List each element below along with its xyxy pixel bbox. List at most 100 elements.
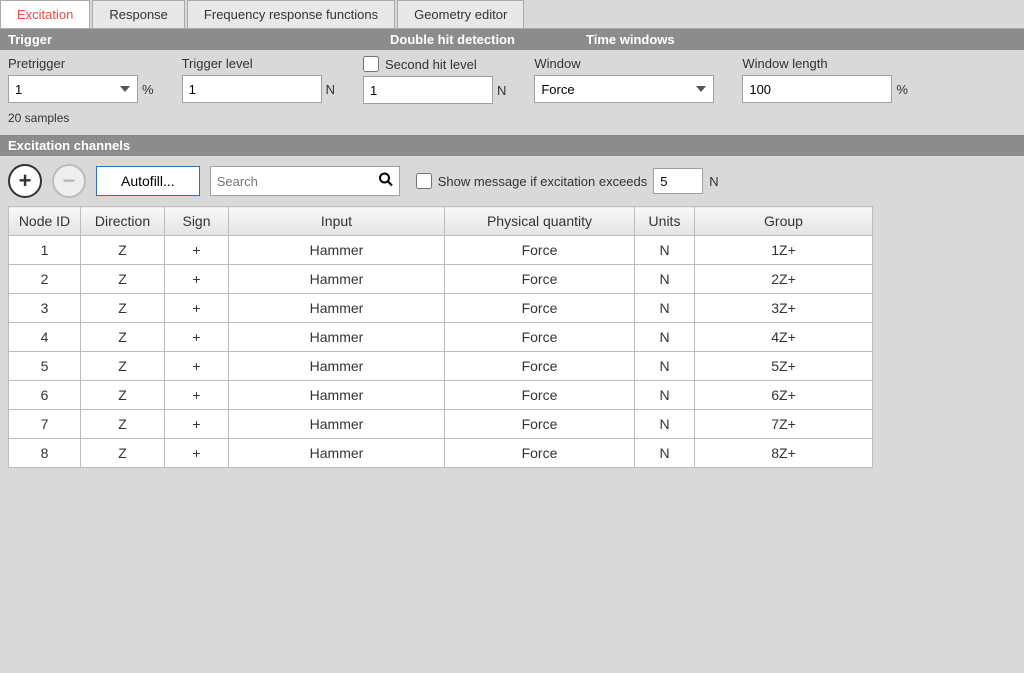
- window-select[interactable]: Force: [534, 75, 714, 103]
- trigger-section-header: Trigger Double hit detection Time window…: [0, 29, 1024, 50]
- trigger-header-label: Trigger: [0, 32, 390, 47]
- cell-pq[interactable]: Force: [445, 410, 635, 439]
- cell-sign[interactable]: +: [165, 410, 229, 439]
- add-channel-button[interactable]: +: [8, 164, 42, 198]
- cell-input[interactable]: Hammer: [229, 236, 445, 265]
- th-node[interactable]: Node ID: [9, 207, 81, 236]
- pretrigger-select[interactable]: 1: [8, 75, 138, 103]
- channels-toolbar: + − Autofill... Show message if excitati…: [0, 156, 1024, 206]
- table-row[interactable]: 4Z+HammerForceN4Z+: [9, 323, 873, 352]
- cell-units[interactable]: N: [635, 352, 695, 381]
- table-row[interactable]: 7Z+HammerForceN7Z+: [9, 410, 873, 439]
- cell-node[interactable]: 2: [9, 265, 81, 294]
- cell-dir[interactable]: Z: [81, 323, 165, 352]
- search-input[interactable]: [210, 166, 400, 196]
- cell-node[interactable]: 5: [9, 352, 81, 381]
- cell-pq[interactable]: Force: [445, 236, 635, 265]
- cell-pq[interactable]: Force: [445, 352, 635, 381]
- cell-group[interactable]: 6Z+: [695, 381, 873, 410]
- cell-node[interactable]: 8: [9, 439, 81, 468]
- tab-bar: Excitation Response Frequency response f…: [0, 0, 1024, 29]
- cell-group[interactable]: 5Z+: [695, 352, 873, 381]
- cell-input[interactable]: Hammer: [229, 323, 445, 352]
- cell-units[interactable]: N: [635, 439, 695, 468]
- exceed-unit: N: [709, 174, 718, 189]
- cell-group[interactable]: 7Z+: [695, 410, 873, 439]
- cell-dir[interactable]: Z: [81, 410, 165, 439]
- th-group[interactable]: Group: [695, 207, 873, 236]
- table-row[interactable]: 8Z+HammerForceN8Z+: [9, 439, 873, 468]
- cell-units[interactable]: N: [635, 381, 695, 410]
- cell-input[interactable]: Hammer: [229, 265, 445, 294]
- cell-node[interactable]: 6: [9, 381, 81, 410]
- table-row[interactable]: 1Z+HammerForceN1Z+: [9, 236, 873, 265]
- cell-node[interactable]: 1: [9, 236, 81, 265]
- second-hit-label: Second hit level: [385, 57, 477, 72]
- timewindows-header-label: Time windows: [586, 32, 1024, 47]
- cell-dir[interactable]: Z: [81, 352, 165, 381]
- exceed-value-input[interactable]: [653, 168, 703, 194]
- cell-dir[interactable]: Z: [81, 439, 165, 468]
- cell-input[interactable]: Hammer: [229, 381, 445, 410]
- window-field: Window Force: [534, 56, 714, 103]
- cell-group[interactable]: 1Z+: [695, 236, 873, 265]
- table-row[interactable]: 6Z+HammerForceN6Z+: [9, 381, 873, 410]
- cell-input[interactable]: Hammer: [229, 439, 445, 468]
- cell-units[interactable]: N: [635, 294, 695, 323]
- cell-dir[interactable]: Z: [81, 265, 165, 294]
- cell-pq[interactable]: Force: [445, 294, 635, 323]
- cell-dir[interactable]: Z: [81, 236, 165, 265]
- table-row[interactable]: 5Z+HammerForceN5Z+: [9, 352, 873, 381]
- cell-units[interactable]: N: [635, 236, 695, 265]
- cell-pq[interactable]: Force: [445, 265, 635, 294]
- channels-table: Node ID Direction Sign Input Physical qu…: [8, 206, 873, 468]
- second-hit-checkbox[interactable]: [363, 56, 379, 72]
- cell-sign[interactable]: +: [165, 236, 229, 265]
- cell-group[interactable]: 2Z+: [695, 265, 873, 294]
- pretrigger-label: Pretrigger: [8, 56, 154, 71]
- autofill-button[interactable]: Autofill...: [96, 166, 200, 196]
- plus-icon: +: [19, 168, 32, 194]
- tab-frf[interactable]: Frequency response functions: [187, 0, 395, 28]
- th-direction[interactable]: Direction: [81, 207, 165, 236]
- table-row[interactable]: 3Z+HammerForceN3Z+: [9, 294, 873, 323]
- cell-node[interactable]: 7: [9, 410, 81, 439]
- second-hit-field: Second hit level N: [363, 56, 506, 104]
- th-sign[interactable]: Sign: [165, 207, 229, 236]
- cell-sign[interactable]: +: [165, 439, 229, 468]
- cell-units[interactable]: N: [635, 323, 695, 352]
- cell-sign[interactable]: +: [165, 323, 229, 352]
- trigger-level-field: Trigger level N: [182, 56, 335, 103]
- cell-units[interactable]: N: [635, 265, 695, 294]
- th-input[interactable]: Input: [229, 207, 445, 236]
- cell-group[interactable]: 4Z+: [695, 323, 873, 352]
- tab-response[interactable]: Response: [92, 0, 185, 28]
- cell-input[interactable]: Hammer: [229, 410, 445, 439]
- cell-dir[interactable]: Z: [81, 294, 165, 323]
- cell-input[interactable]: Hammer: [229, 352, 445, 381]
- cell-group[interactable]: 8Z+: [695, 439, 873, 468]
- cell-dir[interactable]: Z: [81, 381, 165, 410]
- cell-node[interactable]: 4: [9, 323, 81, 352]
- th-units[interactable]: Units: [635, 207, 695, 236]
- cell-pq[interactable]: Force: [445, 323, 635, 352]
- trigger-level-input[interactable]: [182, 75, 322, 103]
- show-message-checkbox[interactable]: [416, 173, 432, 189]
- cell-input[interactable]: Hammer: [229, 294, 445, 323]
- pretrigger-unit: %: [142, 82, 154, 97]
- cell-sign[interactable]: +: [165, 265, 229, 294]
- tab-geometry[interactable]: Geometry editor: [397, 0, 524, 28]
- cell-group[interactable]: 3Z+: [695, 294, 873, 323]
- table-row[interactable]: 2Z+HammerForceN2Z+: [9, 265, 873, 294]
- window-length-input[interactable]: [742, 75, 892, 103]
- cell-units[interactable]: N: [635, 410, 695, 439]
- th-physical-quantity[interactable]: Physical quantity: [445, 207, 635, 236]
- cell-pq[interactable]: Force: [445, 381, 635, 410]
- cell-pq[interactable]: Force: [445, 439, 635, 468]
- cell-sign[interactable]: +: [165, 352, 229, 381]
- cell-sign[interactable]: +: [165, 381, 229, 410]
- second-hit-input[interactable]: [363, 76, 493, 104]
- tab-excitation[interactable]: Excitation: [0, 0, 90, 28]
- cell-node[interactable]: 3: [9, 294, 81, 323]
- cell-sign[interactable]: +: [165, 294, 229, 323]
